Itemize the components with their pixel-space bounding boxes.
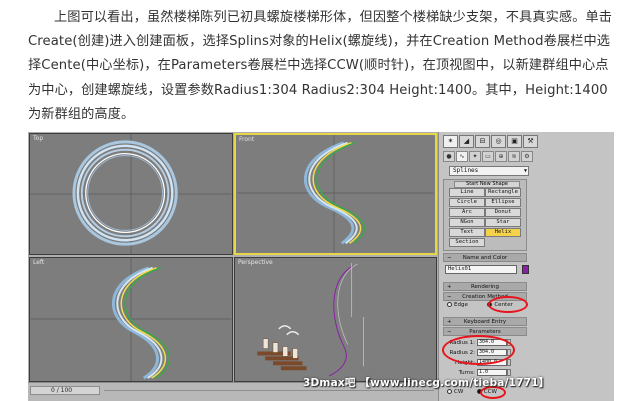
start-new-shape-toggle[interactable]: Start New Shape [454, 181, 520, 188]
modify-tab-icon[interactable]: ◢ [459, 135, 474, 148]
cameras-icon[interactable]: ▭ [482, 151, 494, 162]
name-color-rollout[interactable]: − Name and Color [443, 253, 527, 262]
command-panel-tabs: ✶ ◢ ⊟ ◎ ▣ ⚒ [443, 135, 538, 148]
systems-icon[interactable]: ⚙ [521, 151, 533, 162]
helix-left-view [30, 258, 232, 381]
spacewarps-icon[interactable]: ≋ [508, 151, 520, 162]
display-tab-icon[interactable]: ▣ [507, 135, 522, 148]
create-tab-icon[interactable]: ✶ [443, 135, 458, 148]
viewport-top[interactable]: Top [29, 133, 233, 255]
watermark: 3Dmax吧 【www.linecg.com/tieba/1771】 [303, 377, 550, 389]
create-category-icons: ● ∿ ✦ ▭ ⊕ ≋ ⚙ [443, 151, 533, 162]
frame-ruler [104, 390, 434, 391]
donut-button[interactable]: Donut [485, 208, 521, 217]
ngon-button[interactable]: NGon [449, 218, 485, 227]
rectangle-button[interactable]: Rectangle [485, 188, 521, 197]
motion-tab-icon[interactable]: ◎ [491, 135, 506, 148]
helix-top-view [30, 134, 232, 254]
collapse-icon: − [447, 294, 452, 300]
text-button[interactable]: Text [449, 228, 485, 237]
helix-stair-perspective [257, 262, 364, 377]
helpers-icon[interactable]: ⊕ [495, 151, 507, 162]
utilities-tab-icon[interactable]: ⚒ [523, 135, 538, 148]
article-text: 上图可以看出，虽然楼梯陈列已初具螺旋楼梯形体，但因整个楼梯缺少支架，不具真实感。… [28, 10, 613, 122]
hierarchy-tab-icon[interactable]: ⊟ [475, 135, 490, 148]
star-button[interactable]: Star [485, 218, 521, 227]
name-color-title-text: Name and Color [462, 255, 508, 261]
helix-button[interactable]: Helix [485, 228, 521, 237]
params-highlight-ring [442, 335, 515, 365]
collapse-icon: − [447, 255, 452, 261]
rendering-title-text: Rendering [470, 284, 500, 290]
command-panel: ✶ ◢ ⊟ ◎ ▣ ⚒ ● ∿ ✦ ▭ ⊕ ≋ ⚙ Splines ▼ Start… [438, 132, 614, 401]
expand-icon: + [447, 284, 452, 290]
category-dropdown-value: Splines [453, 167, 479, 174]
keyboard-entry-rollout[interactable]: + Keyboard Entry [443, 317, 527, 326]
max-screenshot: Top Front Left Perspective 0 / 100 ✶ ◢ ⊟… [28, 132, 614, 401]
center-highlight-ring [488, 296, 528, 313]
helix-front-view [237, 135, 434, 253]
geometry-icon[interactable]: ● [443, 151, 455, 162]
category-dropdown[interactable]: Splines ▼ [449, 166, 529, 176]
line-button[interactable]: Line [449, 188, 485, 197]
chevron-down-icon: ▼ [523, 168, 527, 174]
expand-icon: + [447, 319, 452, 325]
time-slider-handle[interactable]: 0 / 100 [30, 386, 100, 395]
spinner-icon[interactable] [507, 359, 511, 366]
lights-icon[interactable]: ✦ [469, 151, 481, 162]
rendering-rollout[interactable]: + Rendering [443, 282, 527, 291]
viewport-front[interactable]: Front [234, 133, 437, 255]
ellipse-button[interactable]: Ellipse [485, 198, 521, 207]
shapes-icon[interactable]: ∿ [456, 151, 468, 162]
article-paragraph: 上图可以看出，虽然楼梯陈列已初具螺旋楼梯形体，但因整个楼梯缺少支架，不具真实感。… [28, 6, 613, 127]
edge-radio[interactable] [447, 302, 452, 307]
arc-button[interactable]: Arc [449, 208, 485, 217]
keyboard-entry-title-text: Keyboard Entry [463, 319, 507, 325]
collapse-icon: − [447, 329, 452, 335]
viewport-left[interactable]: Left [29, 257, 233, 382]
circle-button[interactable]: Circle [449, 198, 485, 207]
object-color-swatch[interactable] [522, 265, 529, 274]
object-type-buttons: Line Rectangle Circle Ellipse Arc Donut … [449, 188, 521, 247]
object-name-field[interactable]: Helix01 [445, 265, 517, 274]
name-color-title[interactable]: − Name and Color [444, 254, 526, 262]
section-button[interactable]: Section [449, 238, 485, 247]
rendering-title[interactable]: + Rendering [444, 283, 526, 291]
viewport-perspective[interactable]: Perspective [234, 257, 437, 382]
keyboard-entry-title[interactable]: + Keyboard Entry [444, 318, 526, 326]
edge-label: Edge [454, 302, 468, 308]
